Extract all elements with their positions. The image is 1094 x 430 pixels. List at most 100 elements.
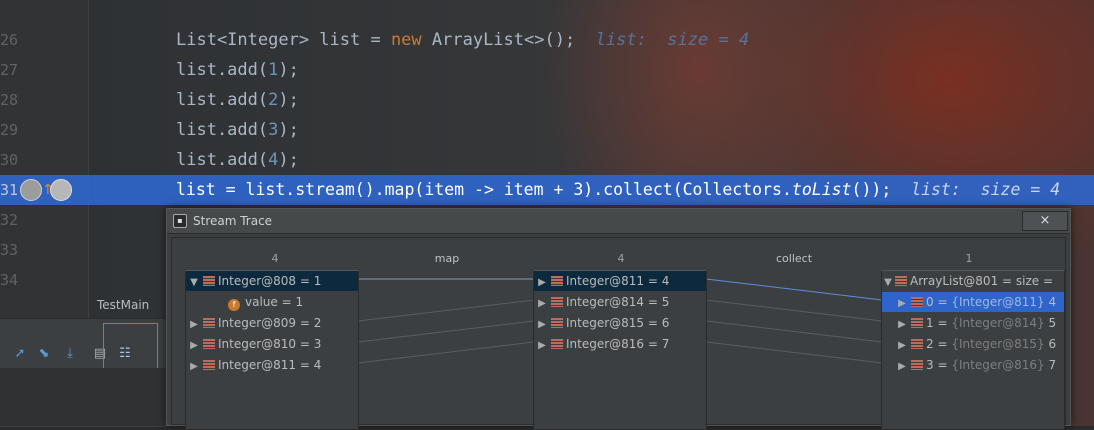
tree-row[interactable]: ▼ Integer@808 = 1 [186,271,358,291]
tree-row[interactable]: ▶ Integer@810 = 3 [186,334,321,354]
code-text: List<Integer> list = [176,30,391,50]
trace-link [705,341,883,364]
collapsed-arrow-icon[interactable]: ▶ [894,357,910,377]
object-icon [551,297,563,307]
line-number: 33 [0,241,19,259]
line-number: 32 [0,211,19,229]
dialog-title: Stream Trace [193,214,273,228]
object-icon [551,339,563,349]
tree-row[interactable]: ▶ Integer@815 = 6 [534,313,669,333]
code-line-27[interactable]: list.add(1); [176,60,299,80]
tree-row[interactable]: ▶ Integer@814 = 5 [534,292,669,312]
tree-row[interactable]: f value = 1 [228,292,303,312]
breakpoint-icon[interactable] [20,179,42,201]
number-literal: 2 [268,90,279,110]
tree-row[interactable]: ▶ Integer@811 = 4 [534,271,706,291]
force-step-icon[interactable]: ⬊ [36,346,52,362]
code-text: ); [278,60,299,80]
method-name: toList [791,180,852,199]
tree-row[interactable]: ▶ Integer@811 = 4 [186,355,321,375]
trace-body: 4 map 4 collect 1 ▼ Integer@808 = 1 f valu… [171,237,1066,430]
number-literal: 1 [268,60,279,80]
value-label: ArrayList@801 = size = [910,274,1054,288]
object-icon [895,276,907,286]
object-icon [203,276,215,286]
code-text: ()); [851,180,892,199]
item-ref: {Integer@815} [951,337,1045,351]
tree-row[interactable]: ▶ 1 = {Integer@814} 5 [882,313,1056,333]
trace-link [705,299,883,322]
value-label: Integer@814 = 5 [566,295,670,309]
inline-debug-value: list: size = 4 [575,30,750,50]
collapsed-arrow-icon[interactable]: ▶ [534,315,550,335]
item-key: 0 = [926,295,952,309]
item-value: 5 [1044,316,1057,330]
collapsed-arrow-icon[interactable]: ▶ [894,315,910,335]
code-line-30[interactable]: list.add(4); [176,150,299,170]
code-text: list.add( [176,90,269,110]
expanded-arrow-icon[interactable]: ▼ [186,273,202,293]
value-label: Integer@809 = 2 [218,316,322,330]
trace-link [357,341,535,364]
object-icon [551,276,563,286]
breakpoint-markers[interactable]: ↑ [20,179,72,201]
item-ref: {Integer@811} [951,295,1045,309]
item-key: 1 = [926,316,952,330]
code-line-26[interactable]: List<Integer> list = new ArrayList<>(); … [176,30,749,50]
tree-row[interactable]: ▶ Integer@816 = 7 [534,334,669,354]
value-label: Integer@811 = 4 [566,274,670,288]
collapsed-arrow-icon[interactable]: ▶ [534,336,550,356]
tree-row[interactable]: ▶ Integer@809 = 2 [186,313,321,333]
collapsed-arrow-icon[interactable]: ▶ [894,294,910,314]
column-label-map: map [434,252,460,265]
column-count: 4 [617,252,625,265]
close-button[interactable]: × [1022,211,1068,231]
tree-row[interactable]: ▶ 2 = {Integer@815} 6 [882,334,1056,354]
tree-row[interactable]: ▶ 0 = {Integer@811} 4 [882,292,1064,314]
map-values-pane: ▶ Integer@811 = 4 ▶ Integer@814 = 5 ▶ Integ… [533,270,707,430]
expanded-arrow-icon[interactable]: ▼ [882,273,894,293]
collect-result-pane: ▼ ArrayList@801 = size = ▶ 0 = {Integer@81… [881,270,1065,430]
value-label: Integer@810 = 3 [218,337,322,351]
breakpoint-checked-icon[interactable] [50,179,72,201]
code-text: list.add( [176,60,269,80]
line-number: 29 [0,121,19,139]
trace-link [705,278,883,301]
collapsed-arrow-icon[interactable]: ▶ [186,315,202,335]
keyword-new: new [390,30,422,50]
object-icon [551,318,563,328]
dialog-title-bar[interactable]: ▪ Stream Trace × [167,209,1070,234]
debug-panel-area [0,368,166,426]
object-icon [911,360,923,370]
code-line-31[interactable]: list = list.stream().map(item -> item + … [176,180,1060,199]
value-label: value = 1 [245,295,304,309]
item-value: 7 [1044,358,1057,372]
line-number: 27 [0,61,19,79]
code-text: ArrayList<>(); [421,30,576,50]
item-key: 2 = [926,337,952,351]
object-icon [911,339,923,349]
inline-debug-value: list: size = 4 [891,180,1061,199]
code-line-29[interactable]: list.add(3); [176,120,299,140]
step-out-icon[interactable]: ⤓ [62,346,78,362]
collapsed-arrow-icon[interactable]: ▶ [186,357,202,377]
code-line-28[interactable]: list.add(2); [176,90,299,110]
value-label: Integer@808 = 1 [218,274,322,288]
value-label: Integer@811 = 4 [218,358,322,372]
tree-row[interactable]: ▶ 3 = {Integer@816} 7 [882,355,1056,375]
trace-link [705,320,883,343]
item-value: 6 [1044,337,1057,351]
collapsed-arrow-icon[interactable]: ▶ [534,273,550,293]
window-icon: ▪ [173,214,187,228]
tool-window-tab[interactable]: TestMain [97,298,149,312]
tree-row[interactable]: ▼ ArrayList@801 = size = [882,271,1053,291]
collapsed-arrow-icon[interactable]: ▶ [894,336,910,356]
collapsed-arrow-icon[interactable]: ▶ [534,294,550,314]
object-icon [911,297,923,307]
code-text: list.add( [176,150,269,170]
step-into-icon[interactable]: ➚ [12,346,28,362]
collapsed-arrow-icon[interactable]: ▶ [186,336,202,356]
line-number: 34 [0,271,19,289]
column-count: 4 [271,252,279,265]
column-label-collect: collect [775,252,813,265]
